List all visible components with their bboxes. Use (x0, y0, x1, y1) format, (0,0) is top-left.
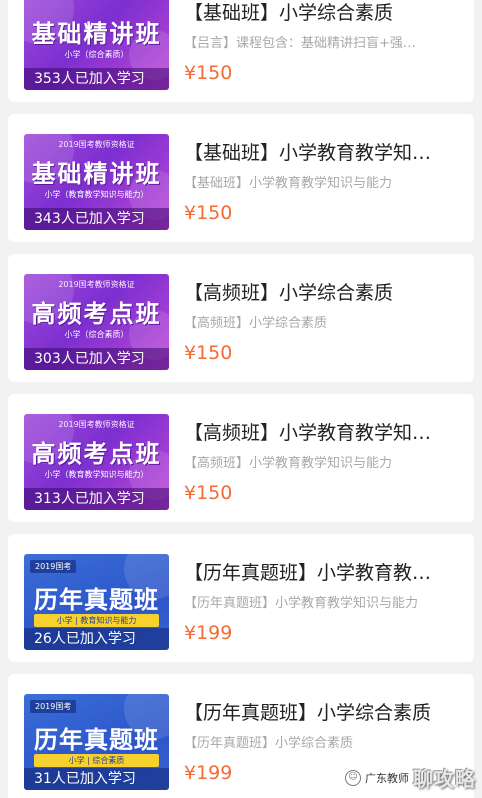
year-badge: 2019国考 (30, 560, 77, 573)
thumbnail-headline: 历年真题班 (34, 726, 159, 754)
enrolled-count: 353人已加入学习 (24, 68, 169, 90)
course-price: ¥150 (184, 202, 233, 224)
enrolled-count: 313人已加入学习 (24, 488, 169, 510)
course-title[interactable]: 【基础班】小学教育教学知… (184, 138, 454, 165)
enrolled-count: 26人已加入学习 (24, 628, 169, 650)
course-price: ¥150 (184, 342, 233, 364)
course-description: 【高频班】小学综合素质 (184, 316, 328, 331)
thumbnail-subject: 小学（教育教学知识与能力） (44, 470, 149, 479)
course-card[interactable]: 2019国考教师资格证 基础精讲班 小学（教育教学知识与能力） 343人已加入学… (8, 114, 474, 242)
course-price: ¥150 (184, 482, 233, 504)
course-title[interactable]: 【基础班】小学综合素质 (184, 0, 454, 25)
course-price: ¥199 (184, 622, 233, 644)
course-title[interactable]: 【高频班】小学综合素质 (184, 278, 454, 305)
thumbnail-tagline: 2019国考教师资格证 (58, 140, 135, 149)
enrolled-count: 31人已加入学习 (24, 768, 169, 790)
course-description: 【历年真题班】小学教育教学知识与能力 (184, 596, 419, 611)
course-thumbnail[interactable]: 2019国考教师资格证 基础精讲班 小学（教育教学知识与能力） 343人已加入学… (24, 134, 169, 230)
course-description: 【高频班】小学教育教学知识与能力 (184, 456, 393, 471)
thumbnail-subject: 小学（综合素质） (64, 330, 129, 339)
course-title[interactable]: 【历年真题班】小学综合素质 (184, 698, 454, 725)
course-price: ¥150 (184, 62, 233, 84)
thumbnail-subject-bar: 小学 | 综合素质 (34, 754, 159, 767)
thumbnail-subject: 小学（综合素质） (64, 50, 129, 59)
thumbnail-headline: 高频考点班 (31, 300, 162, 328)
course-thumbnail[interactable]: 2019国考 历年真题班 小学 | 综合素质 31人已加入学习 (24, 694, 169, 790)
thumbnail-headline: 基础精讲班 (31, 20, 162, 48)
enrolled-count: 343人已加入学习 (24, 208, 169, 230)
course-card[interactable]: 2019国考 历年真题班 小学 | 教育知识与能力 26人已加入学习 【历年真题… (8, 534, 474, 662)
year-badge: 2019国考 (30, 700, 77, 713)
watermark-brand: 聊攻略 (413, 767, 476, 791)
course-list: 基础精讲班 小学（综合素质） 353人已加入学习 【基础班】小学综合素质 【吕言… (0, 0, 482, 798)
course-description: 【吕言】课程包含：基础精讲扫盲+强… (184, 36, 416, 51)
watermark-account: 广东教师 (365, 771, 409, 785)
course-thumbnail[interactable]: 基础精讲班 小学（综合素质） 353人已加入学习 (24, 0, 169, 90)
thumbnail-tagline: 2019国考教师资格证 (58, 280, 135, 289)
course-description: 【历年真题班】小学综合素质 (184, 736, 354, 751)
course-thumbnail[interactable]: 2019国考教师资格证 高频考点班 小学（综合素质） 303人已加入学习 (24, 274, 169, 370)
thumbnail-headline: 历年真题班 (34, 586, 159, 614)
course-card[interactable]: 基础精讲班 小学（综合素质） 353人已加入学习 【基础班】小学综合素质 【吕言… (8, 0, 474, 102)
thumbnail-subject: 小学（教育教学知识与能力） (44, 190, 149, 199)
course-title[interactable]: 【高频班】小学教育教学知… (184, 418, 454, 445)
thumbnail-subject-bar: 小学 | 教育知识与能力 (34, 614, 159, 627)
thumbnail-tagline: 2019国考教师资格证 (58, 420, 135, 429)
course-card[interactable]: 2019国考教师资格证 高频考点班 小学（教育教学知识与能力） 313人已加入学… (8, 394, 474, 522)
wechat-icon: ☺ (345, 769, 361, 786)
course-price: ¥199 (184, 762, 233, 784)
course-card[interactable]: 2019国考教师资格证 高频考点班 小学（综合素质） 303人已加入学习 【高频… (8, 254, 474, 382)
thumbnail-headline: 基础精讲班 (31, 160, 162, 188)
course-thumbnail[interactable]: 2019国考教师资格证 高频考点班 小学（教育教学知识与能力） 313人已加入学… (24, 414, 169, 510)
thumbnail-headline: 高频考点班 (31, 440, 162, 468)
enrolled-count: 303人已加入学习 (24, 348, 169, 370)
course-description: 【基础班】小学教育教学知识与能力 (184, 176, 393, 191)
course-title[interactable]: 【历年真题班】小学教育教… (184, 558, 454, 585)
course-thumbnail[interactable]: 2019国考 历年真题班 小学 | 教育知识与能力 26人已加入学习 (24, 554, 169, 650)
watermark: ☺ 广东教师 聊攻略 (345, 763, 476, 792)
